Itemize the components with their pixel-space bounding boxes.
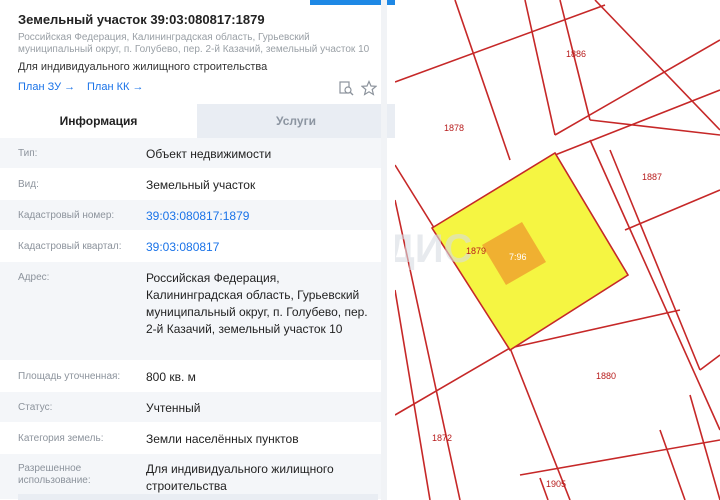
bottom-strip: [18, 494, 378, 500]
table-row: Вид: Земельный участок: [0, 169, 381, 200]
plot-purpose: Для индивидуального жилищного строительс…: [18, 61, 268, 73]
parcel-label-1886: 1886: [566, 49, 586, 59]
table-row: Категория земель: Земли населённых пункт…: [0, 423, 381, 454]
row-value: Российская Федерация, Калининградская об…: [146, 271, 368, 336]
plan-kk-link[interactable]: План КК →: [87, 81, 143, 93]
row-label: Кадастровый квартал:: [18, 241, 122, 252]
table-row: Кадастровый квартал: 39:03:080817: [0, 231, 381, 262]
table-row: Кадастровый номер: 39:03:080817:1879: [0, 200, 381, 231]
row-label: Статус:: [18, 402, 53, 413]
row-label: Вид:: [18, 179, 39, 190]
cadastral-number-link[interactable]: 39:03:080817:1879: [146, 208, 378, 225]
row-value: Объект недвижимости: [146, 147, 272, 161]
cadastral-quarter-link[interactable]: 39:03:080817: [146, 239, 378, 256]
row-label: Тип:: [18, 148, 38, 159]
row-label: Категория земель:: [18, 433, 104, 444]
table-row: Тип: Объект недвижимости: [0, 138, 381, 169]
attributes-table: Тип: Объект недвижимости Вид: Земельный …: [0, 138, 381, 500]
star-icon[interactable]: [361, 80, 377, 96]
parcel-label-1878: 1878: [444, 123, 464, 133]
info-panel: Земельный участок 39:03:080817:1879 Росс…: [0, 0, 395, 500]
row-label: Адрес:: [18, 272, 50, 283]
panel-scrollbar[interactable]: [381, 0, 387, 500]
table-row: Площадь уточненная: 800 кв. м: [0, 361, 381, 392]
row-value: Для индивидуального жилищного строительс…: [146, 462, 334, 493]
row-value: Учтенный: [146, 401, 201, 415]
table-row: Адрес: Российская Федерация, Калининград…: [0, 262, 381, 361]
tab-info[interactable]: Информация: [0, 104, 197, 138]
parcel-label-1872: 1872: [432, 433, 452, 443]
parcel-label-1879: 1879: [466, 246, 486, 256]
row-label: Кадастровый номер:: [18, 210, 115, 221]
doc-search-icon[interactable]: [338, 80, 354, 96]
tab-bar: Информация Услуги: [0, 104, 395, 138]
table-row: Статус: Учтенный: [0, 392, 381, 423]
plot-address-summary: Российская Федерация, Калининградская об…: [18, 32, 370, 55]
building-label: 7:96: [509, 252, 527, 262]
plan-zu-link[interactable]: План ЗУ →: [18, 81, 75, 93]
parcel-label-1905: 1905: [546, 479, 566, 489]
row-label: Площадь уточненная:: [18, 371, 121, 382]
row-label: Разрешенное использование:: [18, 463, 91, 486]
row-value: Земли населённых пунктов: [146, 432, 299, 446]
tab-services[interactable]: Услуги: [197, 104, 395, 138]
parcel-label-1880: 1880: [596, 371, 616, 381]
parcel-label-1887: 1887: [642, 172, 662, 182]
row-value: 800 кв. м: [146, 370, 196, 384]
plot-title: Земельный участок 39:03:080817:1879: [18, 12, 265, 27]
row-value: Земельный участок: [146, 178, 256, 192]
